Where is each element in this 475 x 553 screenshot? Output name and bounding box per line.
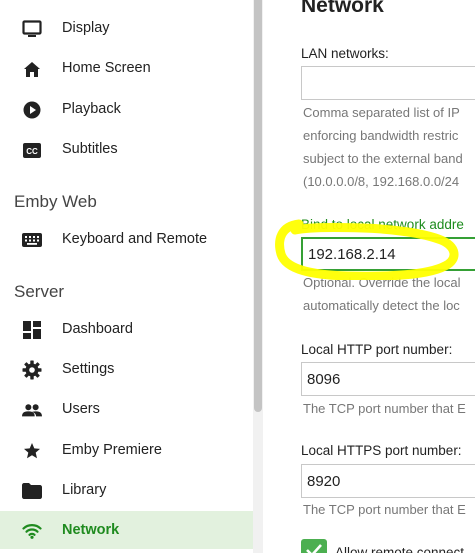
sidebar: Display Home Screen Playback CC Subtitle… xyxy=(0,0,253,553)
allow-remote-label: Allow remote connect xyxy=(335,545,465,553)
sidebar-item-users[interactable]: Users xyxy=(0,390,253,428)
sidebar-item-label: Home Screen xyxy=(62,60,151,76)
wifi-icon xyxy=(22,521,42,541)
users-icon xyxy=(22,400,42,420)
http-port-label: Local HTTP port number: xyxy=(301,342,453,357)
sidebar-item-label: Library xyxy=(62,482,107,498)
sidebar-scrollbar-thumb[interactable] xyxy=(254,0,262,412)
checkmark-icon xyxy=(306,544,322,553)
section-header-emby-web: Emby Web xyxy=(14,192,97,211)
lan-networks-input[interactable] xyxy=(301,66,475,100)
sidebar-item-label: Subtitles xyxy=(62,141,118,157)
home-icon xyxy=(22,59,42,79)
play-circle-icon xyxy=(22,100,42,120)
allow-remote-checkbox[interactable] xyxy=(301,539,327,553)
https-port-input[interactable] xyxy=(301,464,475,498)
bind-address-label: Bind to local network addre xyxy=(301,217,464,232)
sidebar-item-label: Dashboard xyxy=(62,321,133,337)
http-port-help: The TCP port number that E xyxy=(303,401,466,416)
sidebar-item-label: Settings xyxy=(62,361,115,377)
lan-networks-label: LAN networks: xyxy=(301,46,389,61)
sidebar-item-label: Playback xyxy=(62,101,121,117)
https-port-help: The TCP port number that E xyxy=(303,502,466,517)
lan-networks-help: Comma separated list of IP enforcing ban… xyxy=(303,105,463,189)
network-settings-panel: Network LAN networks: Comma separated li… xyxy=(263,0,475,553)
sidebar-item-settings[interactable]: Settings xyxy=(0,350,253,388)
sidebar-item-label: Keyboard and Remote xyxy=(62,231,208,247)
sidebar-item-playback[interactable]: Playback xyxy=(0,90,253,128)
sidebar-item-label: Display xyxy=(62,20,110,36)
section-header-server: Server xyxy=(14,282,65,301)
keyboard-icon xyxy=(22,230,42,250)
sidebar-item-keyboard-and-remote[interactable]: Keyboard and Remote xyxy=(0,220,253,258)
sidebar-item-label: Network xyxy=(62,522,120,538)
sidebar-item-label: Emby Premiere xyxy=(62,442,162,458)
sidebar-item-library[interactable]: Library xyxy=(0,471,253,509)
svg-text:CC: CC xyxy=(26,147,38,156)
gear-icon xyxy=(22,360,42,380)
bind-address-help: Optional. Override the local automatical… xyxy=(303,275,461,313)
sidebar-item-subtitles[interactable]: CC Subtitles xyxy=(0,130,253,168)
monitor-icon xyxy=(22,19,42,39)
dashboard-icon xyxy=(22,320,42,340)
star-icon xyxy=(22,441,42,461)
sidebar-item-label: Users xyxy=(62,401,100,417)
sidebar-item-dashboard[interactable]: Dashboard xyxy=(0,310,253,348)
sidebar-item-home-screen[interactable]: Home Screen xyxy=(0,49,253,87)
closed-caption-icon: CC xyxy=(22,140,42,160)
sidebar-item-emby-premiere[interactable]: Emby Premiere xyxy=(0,431,253,469)
http-port-input[interactable] xyxy=(301,362,475,396)
page-title: Network xyxy=(301,0,384,17)
https-port-label: Local HTTPS port number: xyxy=(301,443,462,458)
sidebar-item-display[interactable]: Display xyxy=(0,9,253,47)
folder-icon xyxy=(22,481,42,501)
bind-address-input[interactable] xyxy=(301,237,475,271)
sidebar-item-network[interactable]: Network xyxy=(0,511,253,549)
